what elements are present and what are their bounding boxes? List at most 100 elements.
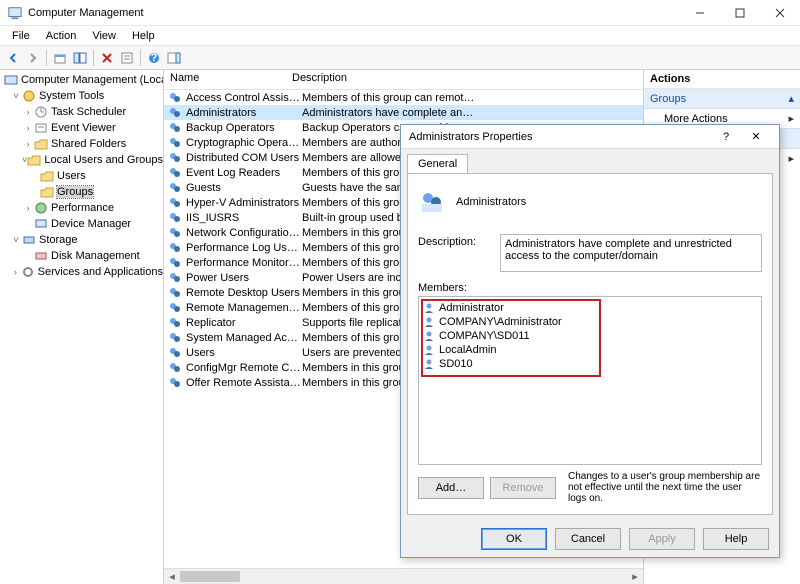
- group-icon: [168, 91, 182, 105]
- dialog-close-button[interactable]: ✕: [741, 130, 771, 143]
- dialog-title-bar[interactable]: Administrators Properties ? ✕: [401, 125, 779, 149]
- member-row[interactable]: Administrator: [423, 301, 757, 315]
- tree-disk-management[interactable]: Disk Management: [0, 248, 163, 264]
- member-row[interactable]: LocalAdmin: [423, 343, 757, 357]
- tree-system-tools[interactable]: ˅System Tools: [0, 88, 163, 104]
- row-name: Remote Desktop Users: [186, 287, 302, 299]
- dialog-help-button[interactable]: Help: [703, 528, 769, 550]
- group-icon: [418, 188, 446, 216]
- user-icon: [423, 358, 435, 370]
- column-name[interactable]: Name: [164, 70, 286, 89]
- svg-text:?: ?: [151, 52, 158, 64]
- members-listbox[interactable]: AdministratorCOMPANY\AdministratorCOMPAN…: [418, 296, 762, 465]
- group-icon: [168, 196, 182, 210]
- list-row[interactable]: Access Control Assist…Members of this gr…: [164, 90, 643, 105]
- window-controls: [680, 0, 800, 25]
- chevron-right-icon: ▸: [788, 152, 794, 165]
- member-name: SD010: [439, 358, 473, 370]
- toolbar: ?: [0, 46, 800, 70]
- row-name: Power Users: [186, 272, 302, 284]
- actions-group-header[interactable]: Groups▴: [644, 89, 800, 109]
- forward-button[interactable]: [24, 49, 42, 67]
- tree-storage[interactable]: ˅Storage: [0, 232, 163, 248]
- horizontal-scrollbar[interactable]: ◂ ▸: [164, 568, 643, 584]
- cancel-button[interactable]: Cancel: [555, 528, 621, 550]
- member-row[interactable]: COMPANY\Administrator: [423, 315, 757, 329]
- members-label: Members:: [418, 282, 762, 294]
- tree-local-users-groups[interactable]: ˅Local Users and Groups: [0, 152, 163, 168]
- properties-dialog: Administrators Properties ? ✕ General Ad…: [400, 124, 780, 558]
- menu-file[interactable]: File: [4, 26, 38, 45]
- tree-task-scheduler[interactable]: ›Task Scheduler: [0, 104, 163, 120]
- list-headers[interactable]: Name Description: [164, 70, 643, 90]
- tree-root[interactable]: Computer Management (Local: [0, 72, 163, 88]
- add-button[interactable]: Add…: [418, 477, 484, 499]
- tree-device-manager[interactable]: Device Manager: [0, 216, 163, 232]
- user-icon: [423, 316, 435, 328]
- tree-users[interactable]: Users: [0, 168, 163, 184]
- member-row[interactable]: SD010: [423, 357, 757, 371]
- row-description: Administrators have complete an…: [302, 107, 643, 119]
- member-row[interactable]: COMPANY\SD011: [423, 329, 757, 343]
- row-name: Cryptographic Operat…: [186, 137, 302, 149]
- member-name: LocalAdmin: [439, 344, 496, 356]
- tree-shared-folders[interactable]: ›Shared Folders: [0, 136, 163, 152]
- group-icon: [168, 241, 182, 255]
- row-name: Replicator: [186, 317, 302, 329]
- tab-general[interactable]: General: [407, 154, 468, 173]
- maximize-button[interactable]: [720, 0, 760, 25]
- dialog-help-button[interactable]: ?: [711, 131, 741, 143]
- group-name: Administrators: [456, 196, 526, 208]
- tree-event-viewer[interactable]: ›Event Viewer: [0, 120, 163, 136]
- menu-bar: File Action View Help: [0, 26, 800, 46]
- back-button[interactable]: [4, 49, 22, 67]
- row-name: Performance Log Users: [186, 242, 302, 254]
- group-icon: [168, 361, 182, 375]
- menu-help[interactable]: Help: [124, 26, 163, 45]
- user-icon: [423, 330, 435, 342]
- tree-performance[interactable]: ›Performance: [0, 200, 163, 216]
- scroll-right-icon[interactable]: ▸: [627, 569, 643, 584]
- app-icon: [8, 6, 22, 20]
- actions-title: Actions: [644, 70, 800, 89]
- show-action-pane-button[interactable]: [165, 49, 183, 67]
- properties-button[interactable]: [118, 49, 136, 67]
- row-name: Offer Remote Assistan…: [186, 377, 302, 389]
- description-field[interactable]: Administrators have complete and unrestr…: [500, 234, 762, 272]
- minimize-button[interactable]: [680, 0, 720, 25]
- show-hide-tree-button[interactable]: [71, 49, 89, 67]
- description-label: Description:: [418, 234, 490, 272]
- apply-button[interactable]: Apply: [629, 528, 695, 550]
- row-name: Access Control Assist…: [186, 92, 302, 104]
- group-icon: [168, 181, 182, 195]
- chevron-right-icon: ▸: [788, 112, 794, 125]
- group-icon: [168, 316, 182, 330]
- close-button[interactable]: [760, 0, 800, 25]
- help-button[interactable]: ?: [145, 49, 163, 67]
- column-description[interactable]: Description: [286, 70, 353, 89]
- scroll-thumb[interactable]: [180, 571, 240, 582]
- menu-view[interactable]: View: [84, 26, 124, 45]
- member-name: Administrator: [439, 302, 504, 314]
- delete-button[interactable]: [98, 49, 116, 67]
- row-name: Guests: [186, 182, 302, 194]
- row-name: IIS_IUSRS: [186, 212, 302, 224]
- up-button[interactable]: [51, 49, 69, 67]
- title-bar: Computer Management: [0, 0, 800, 26]
- scroll-left-icon[interactable]: ◂: [164, 569, 180, 584]
- group-icon: [168, 301, 182, 315]
- collapse-icon: ▴: [788, 92, 794, 105]
- row-name: ConfigMgr Remote C…: [186, 362, 302, 374]
- tree-groups[interactable]: Groups: [0, 184, 163, 200]
- menu-action[interactable]: Action: [38, 26, 85, 45]
- remove-button[interactable]: Remove: [490, 477, 556, 499]
- tree-services-apps[interactable]: ›Services and Applications: [0, 264, 163, 280]
- group-icon: [168, 151, 182, 165]
- row-name: Performance Monitor …: [186, 257, 302, 269]
- ok-button[interactable]: OK: [481, 528, 547, 550]
- tree-pane[interactable]: Computer Management (Local ˅System Tools…: [0, 70, 164, 584]
- list-row[interactable]: AdministratorsAdministrators have comple…: [164, 105, 643, 120]
- group-icon: [168, 106, 182, 120]
- group-icon: [168, 331, 182, 345]
- member-name: COMPANY\SD011: [439, 330, 530, 342]
